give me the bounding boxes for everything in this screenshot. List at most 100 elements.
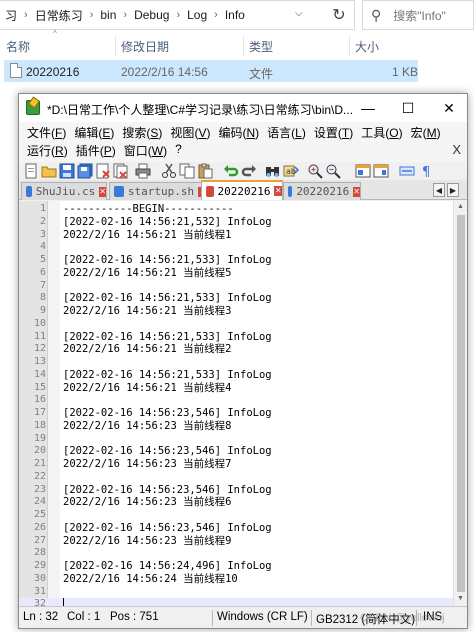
close-all-icon[interactable] <box>113 163 129 179</box>
close-tab-icon[interactable]: ✕ <box>99 186 106 197</box>
zoom-in-icon[interactable] <box>307 163 323 179</box>
zoom-out-icon[interactable] <box>325 163 341 179</box>
paste-icon[interactable] <box>197 163 213 179</box>
editor-line[interactable]: 6 2022/2/16 14:56:21 当前线程5 <box>19 267 453 280</box>
print-icon[interactable] <box>135 163 151 179</box>
column-divider[interactable] <box>243 36 244 56</box>
chevron-right-icon[interactable]: › <box>212 9 220 21</box>
editor-line[interactable]: 2 [2022-02-16 14:56:21,532] InfoLog <box>19 216 453 229</box>
editor-line[interactable]: 1 -----------BEGIN----------- <box>19 203 453 216</box>
column-divider[interactable] <box>115 36 116 56</box>
menu-item-row1-1[interactable]: 编辑(E) <box>70 124 118 142</box>
breadcrumb-item[interactable]: Log <box>182 8 212 22</box>
title-bar[interactable]: *D:\日常工作\个人整理\C#学习记录\练习\日常练习\bin\D... — … <box>19 94 467 122</box>
menu-item-row1-6[interactable]: 设置(T) <box>310 124 357 142</box>
editor-line[interactable]: 17 [2022-02-16 14:56:23,546] InfoLog <box>19 407 453 420</box>
column-header-modified[interactable]: 修改日期 <box>121 38 169 55</box>
menu-item-row2-1[interactable]: 插件(P) <box>72 142 120 160</box>
editor-line[interactable]: 12 2022/2/16 14:56:21 当前线程2 <box>19 343 453 356</box>
pilcrow-icon[interactable]: ¶ <box>419 163 435 179</box>
editor-line[interactable]: 29 [2022-02-16 14:56:24,496] InfoLog <box>19 560 453 573</box>
undo-icon[interactable] <box>223 163 239 179</box>
tab-startup[interactable]: startup.sh ✕ <box>109 182 209 200</box>
breadcrumb-item[interactable]: 日常练习 <box>30 7 88 24</box>
editor-line[interactable]: 8 [2022-02-16 14:56:21,533] InfoLog <box>19 292 453 305</box>
editor-line[interactable]: 32 <box>19 598 453 606</box>
copy-icon[interactable] <box>179 163 195 179</box>
menu-item-row1-7[interactable]: 工具(O) <box>357 124 406 142</box>
new-file-icon[interactable] <box>23 163 39 179</box>
editor-line[interactable]: 10 <box>19 318 453 331</box>
breadcrumb-item[interactable]: Debug <box>129 8 174 22</box>
tab-20220216-active[interactable]: 20220216 ✕ <box>201 180 283 200</box>
menu-item-row1-0[interactable]: 文件(F) <box>23 124 70 142</box>
menu-item-row2-0[interactable]: 运行(R) <box>23 142 72 160</box>
breadcrumb-item[interactable]: Info <box>220 8 250 22</box>
scroll-down-icon[interactable]: ▼ <box>457 595 464 602</box>
editor-line[interactable]: 21 2022/2/16 14:56:23 当前线程7 <box>19 458 453 471</box>
close-button[interactable]: ✕ <box>435 97 463 119</box>
menu-item-row2-3[interactable]: ? <box>171 142 186 160</box>
close-file-icon[interactable] <box>95 163 111 179</box>
status-eol[interactable]: Windows (CR LF) <box>217 611 308 623</box>
editor-line[interactable]: 27 2022/2/16 14:56:23 当前线程9 <box>19 535 453 548</box>
editor-line[interactable]: 18 2022/2/16 14:56:23 当前线程8 <box>19 420 453 433</box>
close-tab-icon[interactable]: ✕ <box>353 186 360 197</box>
editor-line[interactable]: 28 <box>19 547 453 560</box>
chevron-right-icon[interactable]: › <box>88 9 96 21</box>
save-icon[interactable] <box>59 163 75 179</box>
chevron-right-icon[interactable]: › <box>22 9 30 21</box>
close-tab-icon[interactable]: ✕ <box>274 186 282 196</box>
sync-scroll-icon[interactable] <box>355 163 371 179</box>
menu-item-row1-3[interactable]: 视图(V) <box>166 124 214 142</box>
word-wrap-icon[interactable] <box>373 163 389 179</box>
editor-line[interactable]: 19 <box>19 433 453 446</box>
redo-icon[interactable] <box>241 163 257 179</box>
editor-line[interactable]: 22 <box>19 471 453 484</box>
menu-item-row1-4[interactable]: 编码(N) <box>214 124 263 142</box>
column-header-name[interactable]: 名称 <box>6 38 30 55</box>
editor-line[interactable]: 16 <box>19 394 453 407</box>
editor-line[interactable]: 23 [2022-02-16 14:56:23,546] InfoLog <box>19 484 453 497</box>
search-input[interactable]: ⚲ 搜索"Info" <box>362 0 474 30</box>
vertical-scrollbar[interactable]: ▲ ▼ <box>453 201 467 606</box>
editor-line[interactable]: 24 2022/2/16 14:56:23 当前线程6 <box>19 496 453 509</box>
editor-line[interactable]: 7 <box>19 280 453 293</box>
column-header-type[interactable]: 类型 <box>249 38 273 55</box>
chevron-down-icon[interactable]: ⌵ <box>295 8 303 19</box>
close-document-button[interactable]: X <box>452 142 461 157</box>
editor-line[interactable]: 11 [2022-02-16 14:56:21,533] InfoLog <box>19 331 453 344</box>
file-row[interactable]: 20220216 2022/2/16 14:56 文件 1 KB <box>4 60 418 82</box>
breadcrumb-item[interactable]: 习 <box>0 7 22 24</box>
menu-item-row2-2[interactable]: 窗口(W) <box>120 142 171 160</box>
minimize-button[interactable]: — <box>354 97 382 119</box>
maximize-button[interactable]: ☐ <box>394 97 422 119</box>
column-header-size[interactable]: 大小 <box>355 38 379 55</box>
show-all-chars-icon[interactable] <box>399 163 415 179</box>
tab-scroll-left-icon[interactable]: ◀ <box>433 183 445 197</box>
chevron-right-icon[interactable]: › <box>174 9 182 21</box>
editor-line[interactable]: 13 <box>19 356 453 369</box>
menu-item-row1-8[interactable]: 宏(M) <box>407 124 445 142</box>
chevron-right-icon[interactable]: › <box>121 9 129 21</box>
cut-icon[interactable] <box>161 163 177 179</box>
replace-icon[interactable]: ab <box>283 163 299 179</box>
editor-line[interactable]: 30 2022/2/16 14:56:24 当前线程10 <box>19 573 453 586</box>
editor-line[interactable]: 20 [2022-02-16 14:56:23,546] InfoLog <box>19 445 453 458</box>
editor-line[interactable]: 31 <box>19 586 453 599</box>
save-all-icon[interactable] <box>77 163 93 179</box>
editor-line[interactable]: 15 2022/2/16 14:56:21 当前线程4 <box>19 382 453 395</box>
open-file-icon[interactable] <box>41 163 57 179</box>
editor-line[interactable]: 14 [2022-02-16 14:56:21,533] InfoLog <box>19 369 453 382</box>
menu-item-row1-5[interactable]: 语言(L) <box>263 124 310 142</box>
editor-line[interactable]: 26 [2022-02-16 14:56:23,546] InfoLog <box>19 522 453 535</box>
tab-shujiu[interactable]: ShuJiu.cs ✕ <box>21 182 107 200</box>
find-icon[interactable] <box>265 163 281 179</box>
editor-line[interactable]: 25 <box>19 509 453 522</box>
breadcrumb-item[interactable]: bin <box>95 8 121 22</box>
editor-line[interactable]: 9 2022/2/16 14:56:21 当前线程3 <box>19 305 453 318</box>
tab-scroll-right-icon[interactable]: ▶ <box>447 183 459 197</box>
editor-line[interactable]: 4 <box>19 241 453 254</box>
editor-line[interactable]: 5 [2022-02-16 14:56:21,533] InfoLog <box>19 254 453 267</box>
scrollbar-thumb[interactable] <box>457 215 465 592</box>
